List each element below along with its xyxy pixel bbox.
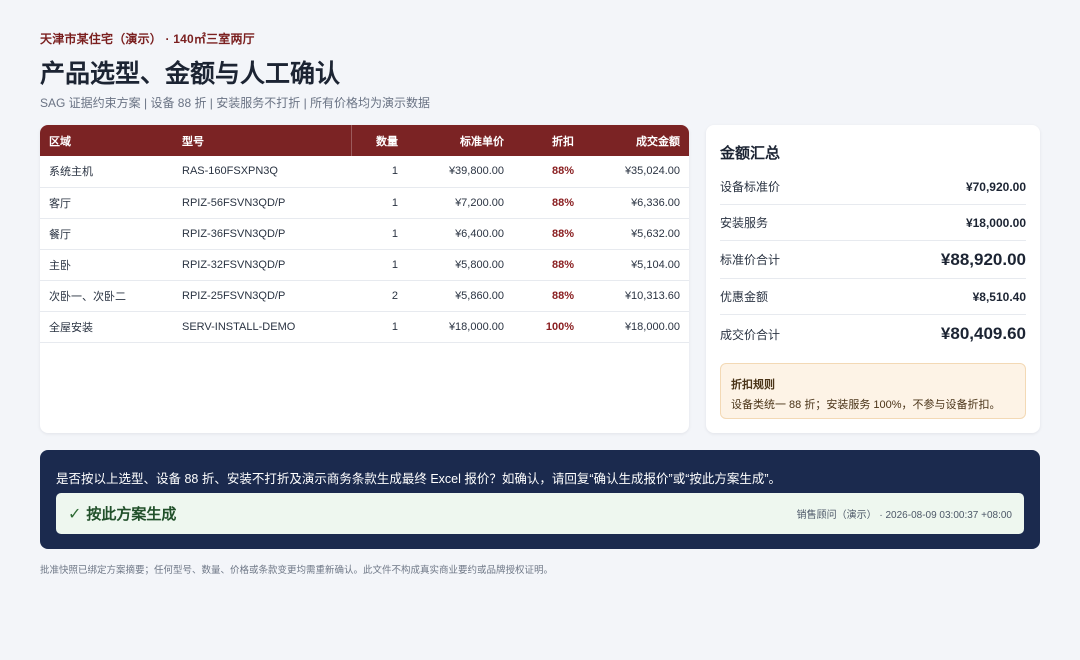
column-header-unit-price: 标准单价 bbox=[460, 135, 504, 148]
cell-amount: ¥35,024.00 bbox=[624, 165, 680, 178]
cell-model: RPIZ-56FSVN3QD/P bbox=[182, 196, 286, 209]
cell-unit-price: ¥7,200.00 bbox=[455, 196, 504, 209]
cell-unit-price: ¥6,400.00 bbox=[455, 227, 504, 240]
table-header-row: 区域 型号 数量 标准单价 折扣 成交金额 bbox=[40, 125, 689, 156]
cell-amount: ¥5,104.00 bbox=[631, 258, 680, 271]
quote-table-card: 区域 型号 数量 标准单价 折扣 成交金额 系统主机 RAS-160FSXPN3… bbox=[40, 125, 689, 433]
cell-quantity: 1 bbox=[391, 165, 398, 178]
discount-rule-box: 折扣规则 设备类统一 88 折；安装服务 100%，不参与设备折扣。 bbox=[720, 363, 1026, 419]
cell-amount: ¥10,313.60 bbox=[624, 289, 680, 302]
cell-region: 餐厅 bbox=[49, 228, 71, 241]
reply-meta: 销售顾问（演示） · 2026-08-09 03:00:37 +08:00 bbox=[796, 510, 1012, 521]
reply-content: ✓ 按此方案生成 bbox=[68, 503, 176, 524]
cell-quantity: 1 bbox=[391, 196, 398, 209]
summary-row-equipment-price: 设备标准价 ¥70,920.00 bbox=[720, 169, 1026, 205]
column-header-quantity: 数量 bbox=[350, 125, 407, 156]
cell-region: 主卧 bbox=[49, 259, 71, 272]
cell-unit-price: ¥5,800.00 bbox=[455, 258, 504, 271]
table-row: 次卧一、次卧二 RPIZ-25FSVN3QD/P 2 ¥5,860.00 88%… bbox=[40, 280, 689, 311]
summary-label: 安装服务 bbox=[720, 216, 769, 230]
cell-region: 客厅 bbox=[49, 197, 71, 210]
summary-label: 标准价合计 bbox=[720, 253, 781, 267]
summary-label: 成交价合计 bbox=[720, 327, 781, 342]
table-row: 全屋安装 SERV-INSTALL-DEMO 1 ¥18,000.00 100%… bbox=[40, 311, 689, 342]
cell-amount: ¥18,000.00 bbox=[624, 320, 680, 333]
column-header-discount: 折扣 bbox=[552, 135, 574, 148]
table-row: 餐厅 RPIZ-36FSVN3QD/P 1 ¥6,400.00 88% ¥5,6… bbox=[40, 218, 689, 249]
cell-unit-price: ¥5,860.00 bbox=[455, 289, 504, 302]
cell-discount: 88% bbox=[551, 227, 574, 240]
cell-model: RPIZ-25FSVN3QD/P bbox=[182, 289, 286, 302]
summary-title: 金额汇总 bbox=[720, 145, 781, 162]
cell-region: 全屋安装 bbox=[49, 321, 93, 334]
summary-value: ¥70,920.00 bbox=[965, 179, 1026, 194]
confirmation-question: 是否按以上选型、设备 88 折、安装不打折及演示商务条款生成最终 Excel 报… bbox=[56, 472, 782, 486]
cell-discount: 88% bbox=[551, 165, 574, 178]
page-subtitle: SAG 证据约束方案 | 设备 88 折 | 安装服务不打折 | 所有价格均为演… bbox=[40, 96, 431, 110]
amount-summary-card: 金额汇总 设备标准价 ¥70,920.00 安装服务 ¥18,000.00 标准… bbox=[706, 125, 1040, 433]
footnote: 批准快照已绑定方案摘要；任何型号、数量、价格或条款变更均需重新确认。此文件不构成… bbox=[40, 565, 554, 576]
cell-discount: 88% bbox=[551, 289, 574, 302]
cell-model: RPIZ-36FSVN3QD/P bbox=[182, 227, 286, 240]
summary-row-installation: 安装服务 ¥18,000.00 bbox=[720, 205, 1026, 241]
cell-discount: 88% bbox=[551, 258, 574, 271]
header-eyebrow: 天津市某住宅（演示） · 140㎡三室两厅 bbox=[40, 32, 255, 46]
column-header-region: 区域 bbox=[49, 135, 71, 148]
cell-model: RAS-160FSXPN3Q bbox=[182, 165, 278, 178]
summary-row-standard-total: 标准价合计 ¥88,920.00 bbox=[720, 241, 1026, 279]
quote-table: 区域 型号 数量 标准单价 折扣 成交金额 系统主机 RAS-160FSXPN3… bbox=[40, 125, 689, 343]
cell-quantity: 1 bbox=[391, 320, 398, 333]
summary-row-discount-amount: 优惠金额 ¥8,510.40 bbox=[720, 279, 1026, 315]
cell-amount: ¥5,632.00 bbox=[631, 227, 680, 240]
cell-quantity: 1 bbox=[391, 227, 398, 240]
cell-discount: 88% bbox=[551, 196, 574, 209]
column-header-model: 型号 bbox=[182, 135, 204, 148]
summary-row-final-total: 成交价合计 ¥80,409.60 bbox=[720, 315, 1026, 353]
table-row: 主卧 RPIZ-32FSVN3QD/P 1 ¥5,800.00 88% ¥5,1… bbox=[40, 249, 689, 280]
cell-quantity: 1 bbox=[391, 258, 398, 271]
table-row: 系统主机 RAS-160FSXPN3Q 1 ¥39,800.00 88% ¥35… bbox=[40, 156, 689, 187]
confirmation-panel: 是否按以上选型、设备 88 折、安装不打折及演示商务条款生成最终 Excel 报… bbox=[40, 450, 1040, 549]
summary-value: ¥8,510.40 bbox=[972, 289, 1026, 304]
summary-value: ¥88,920.00 bbox=[940, 249, 1026, 269]
column-header-amount: 成交金额 bbox=[636, 135, 680, 148]
check-icon: ✓ bbox=[68, 505, 82, 523]
cell-discount: 100% bbox=[545, 320, 574, 333]
summary-label: 设备标准价 bbox=[720, 180, 781, 194]
cell-region: 系统主机 bbox=[49, 166, 93, 179]
cell-quantity: 2 bbox=[391, 289, 398, 302]
cell-unit-price: ¥39,800.00 bbox=[448, 165, 504, 178]
cell-model: SERV-INSTALL-DEMO bbox=[182, 320, 296, 333]
confirmation-reply: ✓ 按此方案生成 销售顾问（演示） · 2026-08-09 03:00:37 … bbox=[56, 493, 1024, 534]
discount-rule-text: 设备类统一 88 折；安装服务 100%，不参与设备折扣。 bbox=[731, 399, 1001, 411]
cell-region: 次卧一、次卧二 bbox=[49, 290, 126, 303]
page-title: 产品选型、金额与人工确认 bbox=[40, 60, 341, 88]
discount-rule-title: 折扣规则 bbox=[731, 379, 775, 391]
table-row: 客厅 RPIZ-56FSVN3QD/P 1 ¥7,200.00 88% ¥6,3… bbox=[40, 187, 689, 218]
reply-text: 按此方案生成 bbox=[86, 506, 177, 523]
summary-value: ¥18,000.00 bbox=[965, 215, 1026, 230]
cell-amount: ¥6,336.00 bbox=[631, 196, 680, 209]
summary-label: 优惠金额 bbox=[720, 290, 769, 304]
cell-unit-price: ¥18,000.00 bbox=[448, 320, 504, 333]
summary-value: ¥80,409.60 bbox=[940, 324, 1026, 343]
cell-model: RPIZ-32FSVN3QD/P bbox=[182, 258, 286, 271]
